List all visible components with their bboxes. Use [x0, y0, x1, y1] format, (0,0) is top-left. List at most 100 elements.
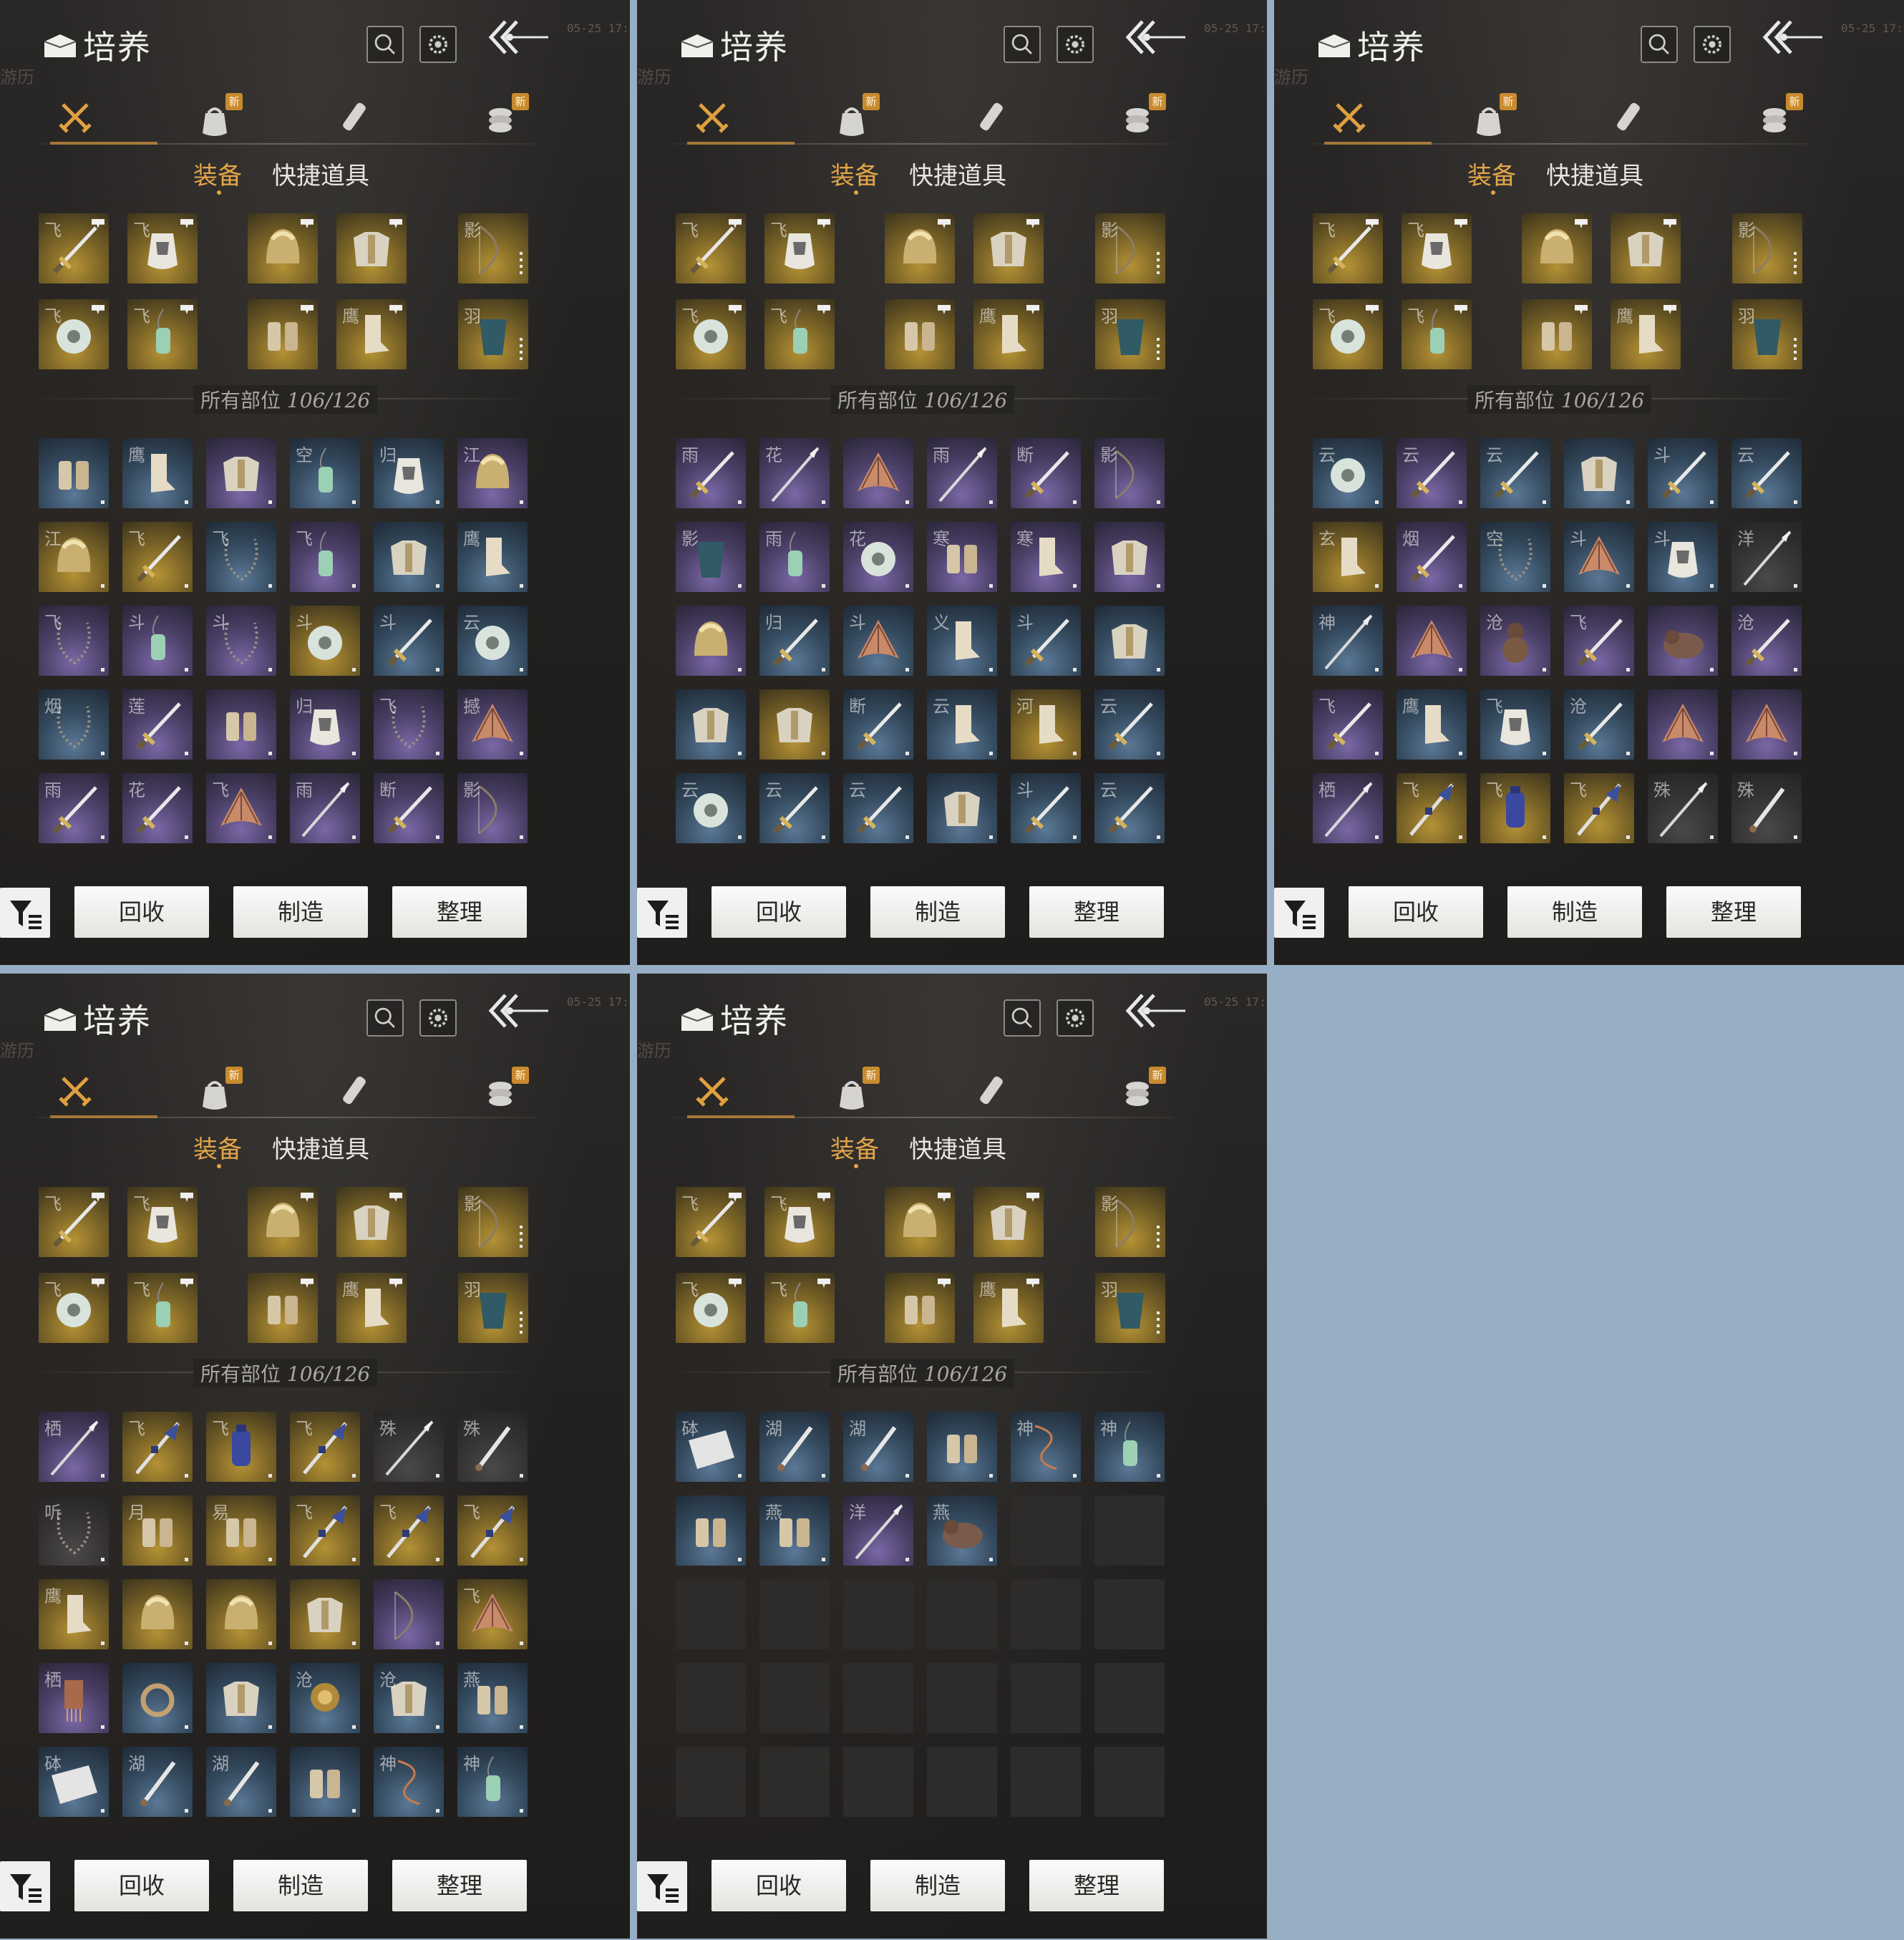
category-tab-scroll[interactable]	[966, 92, 1016, 142]
item-slot[interactable]: 斗	[1648, 438, 1718, 508]
subtab-quick-items[interactable]: 快捷道具	[909, 1130, 1006, 1165]
back-arrow-icon[interactable]	[1121, 16, 1190, 64]
item-slot[interactable]: 云	[759, 773, 830, 843]
item-slot[interactable]: 飞	[374, 1495, 444, 1566]
settings-button[interactable]	[1694, 26, 1731, 63]
equipped-slot[interactable]	[885, 299, 955, 369]
item-slot[interactable]: 云	[1397, 438, 1467, 508]
item-slot[interactable]: 断	[843, 689, 913, 760]
item-slot[interactable]: 斗	[843, 606, 913, 676]
settings-button[interactable]	[1057, 999, 1094, 1037]
item-slot[interactable]: 沧	[1731, 606, 1802, 676]
item-slot[interactable]: 神	[374, 1747, 444, 1817]
item-slot[interactable]: 斗	[1011, 606, 1081, 676]
equipped-slot[interactable]: 飞	[764, 1187, 835, 1257]
equipped-slot[interactable]: 影	[1095, 1187, 1165, 1257]
equipped-slot[interactable]: 飞	[39, 213, 109, 283]
item-slot[interactable]: 飞	[457, 1495, 528, 1566]
item-slot[interactable]: 飞	[1480, 773, 1550, 843]
item-slot[interactable]: 殊	[1648, 773, 1718, 843]
category-tab-crossed-swords[interactable]	[687, 92, 737, 142]
craft-button[interactable]: 制造	[233, 886, 368, 938]
item-slot[interactable]: 神	[1094, 1412, 1165, 1482]
item-slot[interactable]	[676, 689, 746, 760]
item-slot[interactable]: 空	[290, 438, 360, 508]
equipped-slot[interactable]: 影	[458, 213, 528, 283]
equipped-slot[interactable]: 飞	[127, 1273, 198, 1343]
back-arrow-icon[interactable]	[484, 989, 553, 1038]
item-slot[interactable]: 飞	[206, 1412, 276, 1482]
search-button[interactable]	[366, 999, 404, 1037]
item-slot[interactable]: 斗	[206, 606, 276, 676]
settings-button[interactable]	[419, 26, 457, 63]
equipped-slot[interactable]: 影	[1732, 213, 1802, 283]
equipped-slot[interactable]: 飞	[39, 1187, 109, 1257]
category-tab-pouch[interactable]: 新	[190, 1065, 243, 1115]
item-slot[interactable]: 栖	[1313, 773, 1383, 843]
equipped-slot[interactable]: 飞	[764, 213, 835, 283]
item-slot[interactable]: 寒	[927, 522, 997, 592]
item-slot[interactable]: 飞	[1564, 606, 1634, 676]
item-slot[interactable]	[1731, 689, 1802, 760]
category-tab-scroll[interactable]	[329, 92, 379, 142]
item-slot[interactable]: 烟	[39, 689, 109, 760]
craft-button[interactable]: 制造	[1507, 886, 1642, 938]
item-slot[interactable]: 神	[1313, 606, 1383, 676]
subtab-quick-items[interactable]: 快捷道具	[272, 156, 369, 191]
subtab-equipment[interactable]: 装备	[830, 1130, 879, 1165]
item-slot[interactable]: 燕	[457, 1663, 528, 1733]
item-slot[interactable]	[290, 1579, 360, 1649]
equipped-slot[interactable]	[1522, 299, 1592, 369]
item-slot[interactable]	[759, 689, 830, 760]
search-button[interactable]	[1641, 26, 1678, 63]
item-slot[interactable]: 义	[927, 606, 997, 676]
equipped-slot[interactable]: 鹰	[973, 1273, 1044, 1343]
equipped-slot[interactable]: 飞	[676, 1273, 746, 1343]
item-slot[interactable]: 雨	[290, 773, 360, 843]
equipped-slot[interactable]	[973, 213, 1044, 283]
equipped-slot[interactable]: 飞	[39, 299, 109, 369]
category-tab-crossed-swords[interactable]	[687, 1065, 737, 1115]
recycle-button[interactable]: 回收	[1349, 886, 1483, 938]
item-slot[interactable]: 影	[676, 522, 746, 592]
subtab-equipment[interactable]: 装备	[193, 1130, 242, 1165]
item-slot[interactable]: 斗	[1564, 522, 1634, 592]
filter-button[interactable]	[637, 888, 687, 938]
equipped-slot[interactable]	[248, 1187, 318, 1257]
item-slot[interactable]: 栖	[39, 1412, 109, 1482]
category-tab-crossed-swords[interactable]	[50, 1065, 100, 1115]
item-slot[interactable]: 影	[1094, 438, 1165, 508]
equipped-slot[interactable]	[248, 1273, 318, 1343]
craft-button[interactable]: 制造	[870, 1860, 1005, 1911]
category-tab-crossed-swords[interactable]	[1324, 92, 1374, 142]
item-slot[interactable]: 雨	[676, 438, 746, 508]
craft-button[interactable]: 制造	[233, 1860, 368, 1911]
item-slot[interactable]: 斗	[290, 606, 360, 676]
equipped-slot[interactable]: 羽	[1095, 1273, 1165, 1343]
equipped-slot[interactable]	[1522, 213, 1592, 283]
item-slot[interactable]: 烟	[1397, 522, 1467, 592]
item-slot[interactable]: 飞	[290, 1495, 360, 1566]
item-slot[interactable]	[1648, 689, 1718, 760]
item-slot[interactable]	[1094, 522, 1165, 592]
item-slot[interactable]	[676, 606, 746, 676]
item-slot[interactable]	[927, 773, 997, 843]
item-slot[interactable]: 飞	[1480, 689, 1550, 760]
item-slot[interactable]: 斗	[122, 606, 193, 676]
item-slot[interactable]: 飞	[206, 522, 276, 592]
back-arrow-icon[interactable]	[1121, 989, 1190, 1038]
item-slot[interactable]: 殊	[374, 1412, 444, 1482]
equipped-slot[interactable]	[336, 213, 407, 283]
equipped-slot[interactable]: 羽	[1095, 299, 1165, 369]
equipped-slot[interactable]: 影	[458, 1187, 528, 1257]
equipped-slot[interactable]: 飞	[1313, 299, 1383, 369]
item-slot[interactable]: 沧	[1564, 689, 1634, 760]
item-slot[interactable]: 斗	[1011, 773, 1081, 843]
subtab-quick-items[interactable]: 快捷道具	[909, 156, 1006, 191]
equipped-slot[interactable]: 飞	[764, 299, 835, 369]
equipped-slot[interactable]: 飞	[1402, 213, 1472, 283]
item-slot[interactable]	[206, 1579, 276, 1649]
category-tab-scroll[interactable]	[329, 1065, 379, 1115]
organize-button[interactable]: 整理	[392, 1860, 527, 1911]
item-slot[interactable]: 雨	[759, 522, 830, 592]
